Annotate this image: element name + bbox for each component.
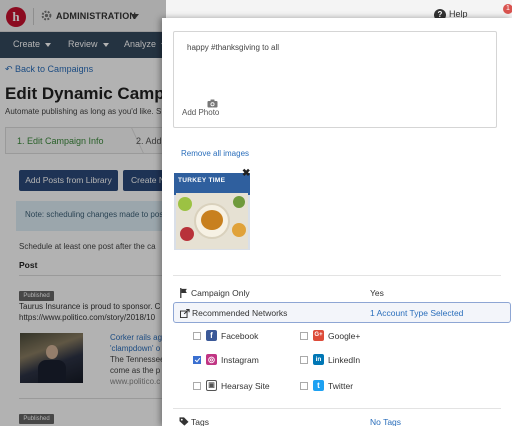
camera-icon[interactable]: [207, 99, 218, 108]
network-label: Google+: [328, 330, 361, 341]
image-dish: [180, 227, 194, 241]
post-composer[interactable]: happy #thanksgiving to all Add Photo: [173, 31, 497, 128]
image-caption: TURKEY TIME: [178, 177, 226, 184]
edit-post-panel: happy #thanksgiving to all Add Photo Rem…: [162, 18, 512, 426]
network-linkedin[interactable]: in LinkedIn: [300, 354, 360, 365]
campaign-only-label: Campaign Only: [191, 288, 250, 298]
modal-backdrop[interactable]: [0, 0, 166, 426]
google-plus-checkbox[interactable]: [300, 331, 308, 340]
recommended-networks-label: Recommended Networks: [192, 308, 288, 318]
campaign-only-value[interactable]: Yes: [370, 288, 384, 298]
linkedin-icon: in: [313, 354, 324, 365]
network-twitter[interactable]: t Twitter: [300, 380, 353, 391]
linkedin-checkbox[interactable]: [300, 355, 308, 364]
image-dish: [178, 197, 192, 211]
network-label: LinkedIn: [328, 354, 361, 365]
notification-badge[interactable]: 1: [503, 4, 512, 14]
network-label: Instagram: [221, 354, 259, 365]
tags-value[interactable]: No Tags: [370, 417, 401, 426]
divider: [173, 408, 501, 409]
network-facebook[interactable]: f Facebook: [193, 330, 258, 341]
hearsay-site-checkbox[interactable]: [193, 381, 201, 390]
add-photo-button[interactable]: Add Photo: [182, 108, 219, 117]
hearsay-site-icon: ▣: [206, 380, 217, 391]
facebook-icon: f: [206, 330, 217, 341]
facebook-checkbox[interactable]: [193, 331, 201, 340]
tags-label: Tags: [191, 417, 209, 426]
network-hearsay-site[interactable]: ▣ Hearsay Site: [193, 380, 270, 391]
network-google-plus[interactable]: G+ Google+: [300, 330, 360, 341]
instagram-checkbox[interactable]: [193, 355, 201, 364]
share-icon: [180, 309, 190, 318]
network-label: Hearsay Site: [221, 380, 270, 391]
twitter-icon: t: [313, 380, 324, 391]
network-label: Facebook: [221, 330, 259, 341]
remove-all-images-link[interactable]: Remove all images: [181, 149, 249, 158]
image-turkey: [201, 210, 223, 230]
image-tabletop: [176, 193, 248, 249]
instagram-icon: ◎: [206, 354, 217, 365]
tag-icon: [179, 417, 189, 426]
flag-icon: [180, 288, 187, 298]
image-dish: [232, 223, 246, 237]
google-plus-icon: G+: [313, 330, 324, 341]
twitter-checkbox[interactable]: [300, 381, 308, 390]
divider: [173, 275, 501, 276]
network-instagram[interactable]: ◎ Instagram: [193, 354, 259, 365]
recommended-networks-value[interactable]: 1 Account Type Selected: [370, 308, 463, 318]
network-label: Twitter: [328, 380, 354, 391]
remove-image-icon[interactable]: ✖: [242, 169, 250, 179]
attached-image: TURKEY TIME: [174, 173, 250, 250]
image-dish: [233, 196, 245, 208]
post-message-text[interactable]: happy #thanksgiving to all: [187, 43, 279, 52]
